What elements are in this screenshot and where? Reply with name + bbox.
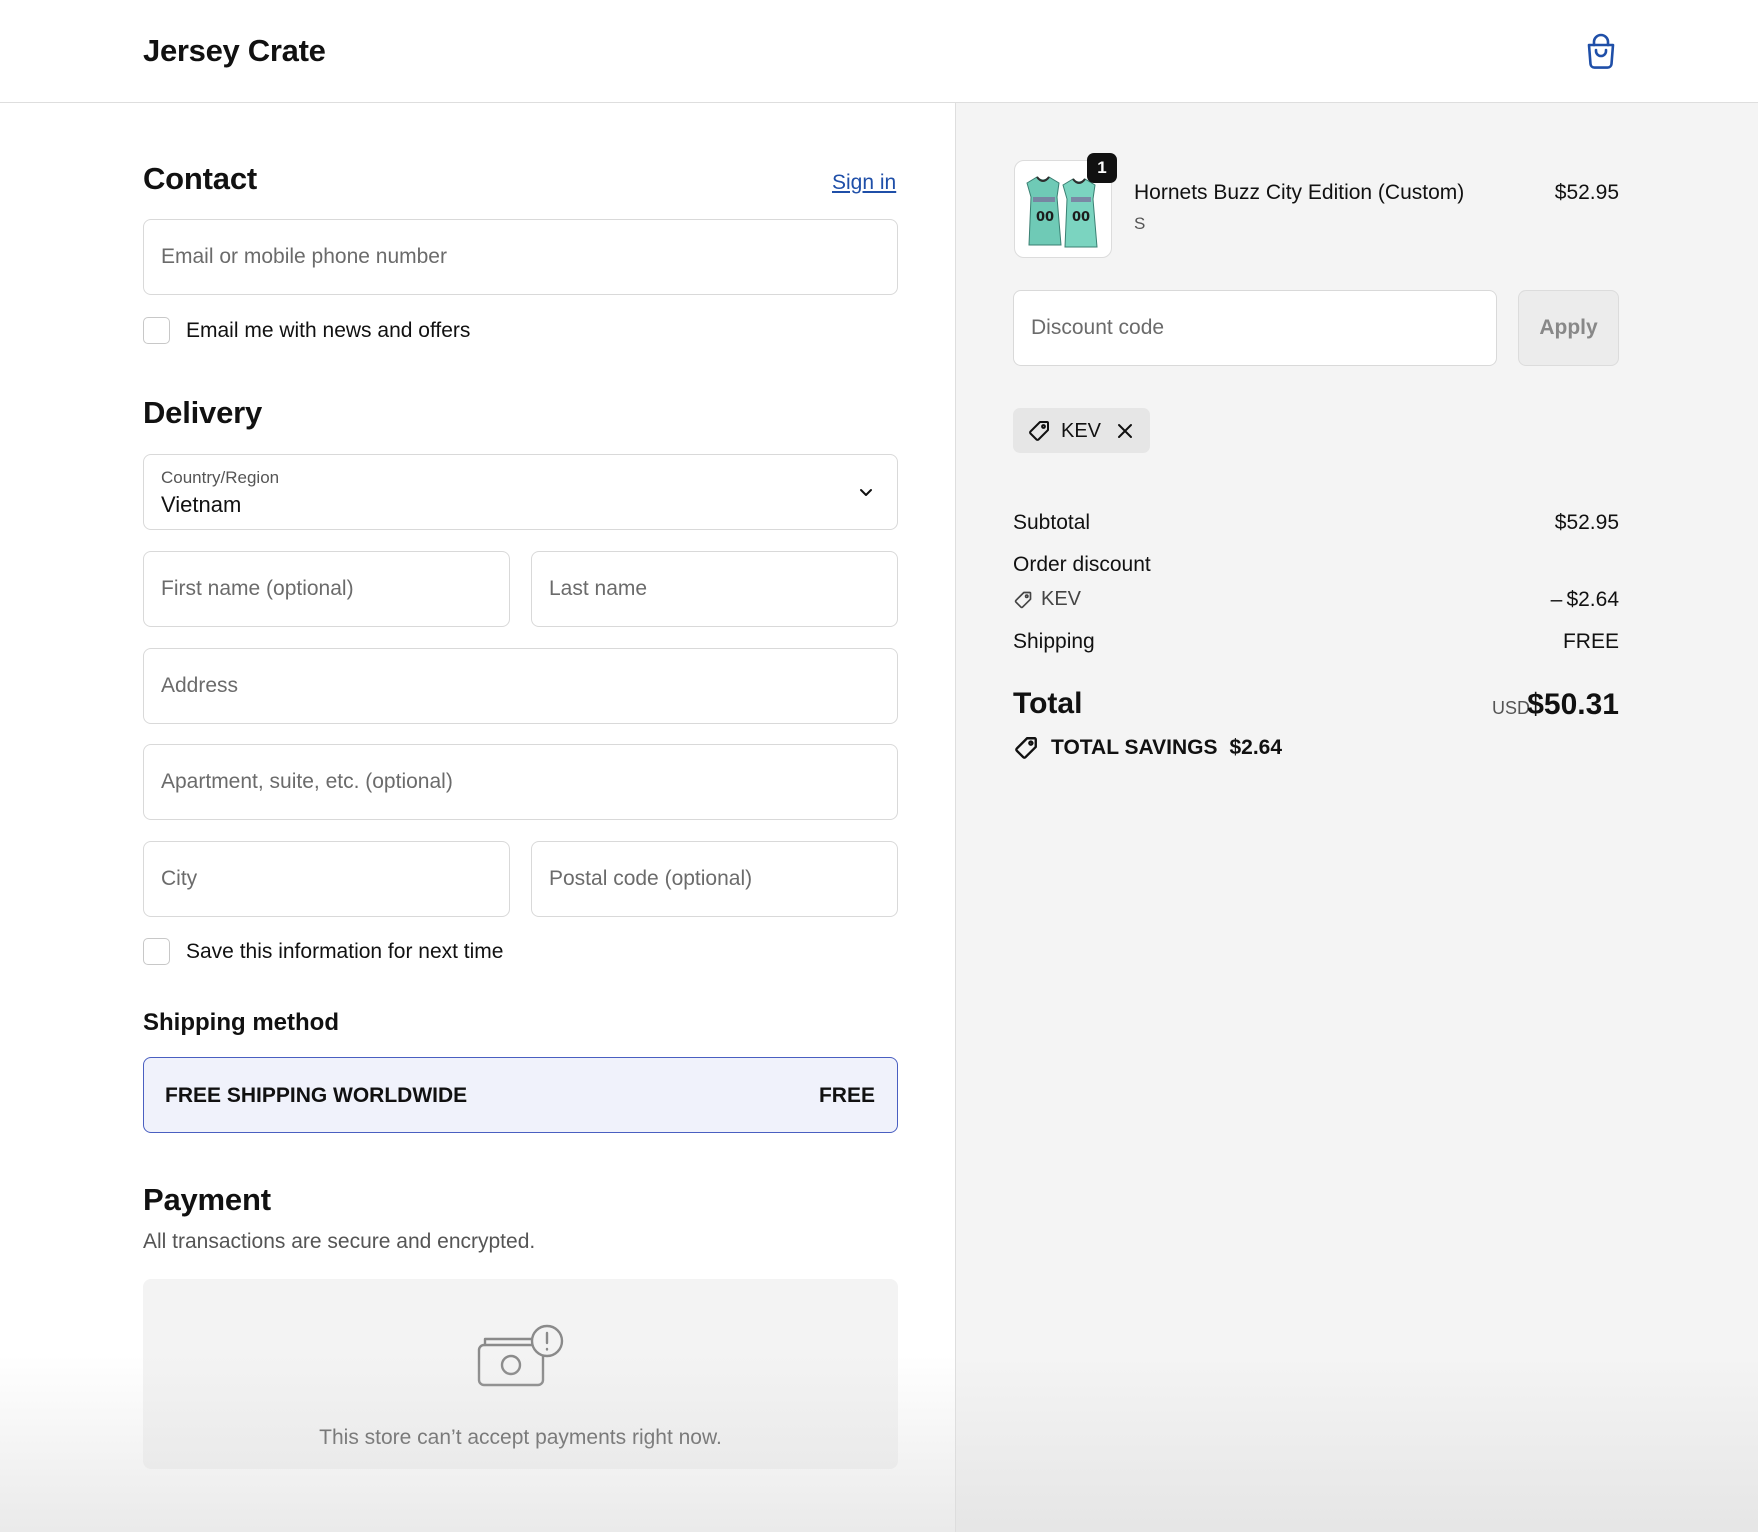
total-label: Total [1013,687,1083,720]
total-value: $50.31 [1527,688,1619,721]
country-label: Country/Region [161,468,280,487]
shipping-value: FREE [1562,630,1619,653]
applied-discount-code: KEV [1061,420,1102,442]
subtotal-label: Subtotal [1013,511,1091,534]
shopping-bag-icon[interactable] [1583,32,1619,72]
postal-code-field[interactable]: Postal code (optional) [531,841,898,917]
tag-icon [1015,737,1037,759]
total-savings-row: TOTAL SAVINGS $2.64 [1013,735,1282,761]
address-placeholder: Address [161,674,239,697]
save-info-checkbox[interactable] [143,938,170,965]
save-info-row: Save this information for next time [143,938,503,965]
email-placeholder: Email or mobile phone number [161,245,447,268]
subtotal-value: $52.95 [1554,511,1619,534]
contact-heading: Contact [143,161,257,196]
payment-unavailable-panel: This store can’t accept payments right n… [143,1279,898,1469]
last-name-field[interactable]: Last name [531,551,898,627]
product-price: $52.95 [1554,181,1619,204]
shipping-option-name: FREE SHIPPING WORLDWIDE [165,1084,468,1107]
quantity-badge: 1 [1087,153,1117,183]
payment-unavailable-message: This store can’t accept payments right n… [319,1426,722,1449]
delivery-heading: Delivery [143,395,263,430]
discount-code-placeholder: Discount code [1031,316,1165,339]
order-discount-label: Order discount [1013,553,1151,576]
total-currency: USD [1491,698,1530,718]
first-name-field[interactable]: First name (optional) [143,551,510,627]
country-value: Vietnam [161,492,242,517]
apartment-placeholder: Apartment, suite, etc. (optional) [161,770,453,793]
address-field[interactable]: Address [143,648,898,724]
chevron-down-icon [860,489,872,496]
sign-in-link[interactable]: Sign in [832,171,896,195]
newsletter-label: Email me with news and offers [186,318,471,342]
cash-warning-icon [477,1324,564,1387]
country-select[interactable]: Country/Region Vietnam [143,454,898,530]
save-info-label: Save this information for next time [186,939,504,963]
apartment-field[interactable]: Apartment, suite, etc. (optional) [143,744,898,820]
svg-text:00: 00 [1036,210,1054,225]
newsletter-row: Email me with news and offers [143,317,470,344]
product-variant: S [1134,214,1146,233]
shipping-label: Shipping [1013,630,1095,653]
shipping-option-selected[interactable]: FREE SHIPPING WORLDWIDE FREE [143,1057,898,1133]
apply-discount-button[interactable]: Apply [1518,290,1619,366]
tag-icon [1029,421,1049,441]
first-name-placeholder: First name (optional) [161,577,354,600]
newsletter-checkbox[interactable] [143,317,170,344]
discount-code-field[interactable]: Discount code [1013,290,1497,366]
last-name-placeholder: Last name [549,577,648,600]
postal-code-placeholder: Postal code (optional) [549,867,753,890]
applied-discount-chip: KEV [1013,408,1150,453]
remove-discount-icon[interactable] [1114,420,1136,442]
shipping-option-price: FREE [818,1084,875,1107]
city-placeholder: City [161,867,198,890]
order-discount-value: – $2.64 [1550,588,1619,611]
order-discount-code-line: KEV [1013,588,1081,611]
email-field[interactable]: Email or mobile phone number [143,219,898,295]
payment-heading: Payment [143,1182,271,1217]
total-savings-label: TOTAL SAVINGS [1051,736,1218,759]
order-discount-code: KEV [1041,588,1082,610]
city-field[interactable]: City [143,841,510,917]
store-brand[interactable]: Jersey Crate [143,33,326,69]
svg-text:00: 00 [1072,210,1090,225]
total-savings-value: $2.64 [1229,736,1283,759]
tag-icon [1014,591,1032,608]
shipping-method-heading: Shipping method [143,1009,339,1036]
checkout-header: Jersey Crate [0,0,1758,103]
payment-subtitle: All transactions are secure and encrypte… [143,1230,536,1253]
product-name: Hornets Buzz City Edition (Custom) [1134,181,1465,204]
